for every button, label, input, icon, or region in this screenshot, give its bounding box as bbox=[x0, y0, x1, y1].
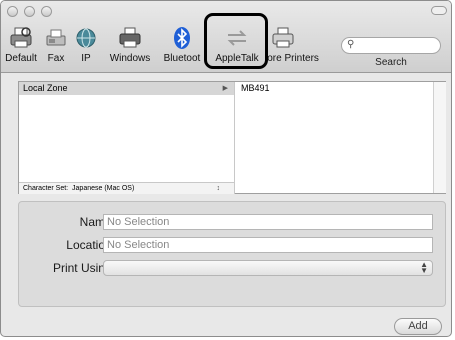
zone-row-local-zone[interactable]: Local Zone ▶ bbox=[19, 82, 234, 95]
add-printer-window: Default Fax IP Windows Bluetoot AppleTal… bbox=[0, 0, 452, 337]
location-field[interactable]: No Selection bbox=[103, 237, 433, 253]
empty-column bbox=[433, 82, 446, 193]
character-set-label: Character Set: bbox=[23, 185, 69, 192]
toolbar-item-default[interactable]: Default bbox=[3, 23, 39, 67]
toolbar-item-more-printers[interactable]: lore Printers bbox=[263, 23, 325, 67]
more-printers-icon bbox=[263, 23, 325, 53]
minimize-button[interactable] bbox=[24, 6, 35, 17]
toolbar: Default Fax IP Windows Bluetoot AppleTal… bbox=[1, 1, 451, 73]
printer-row-mb491[interactable]: MB491 bbox=[235, 82, 433, 95]
fax-icon bbox=[41, 23, 71, 53]
popup-arrows-icon: ▲ ▼ bbox=[420, 260, 428, 275]
toolbar-item-label: Bluetoot bbox=[163, 53, 201, 64]
toolbar-item-ip[interactable]: IP bbox=[71, 23, 101, 67]
windows-printer-icon bbox=[105, 23, 155, 53]
character-set-value: Japanese (Mac OS) bbox=[72, 185, 135, 192]
search-field[interactable]: ⚲ bbox=[341, 37, 441, 54]
disclosure-arrow-icon: ▶ bbox=[222, 85, 228, 92]
toolbar-item-label: lore Printers bbox=[265, 53, 319, 64]
toolbar-item-label: IP bbox=[81, 53, 91, 64]
zone-column: Local Zone ▶ bbox=[19, 82, 235, 193]
default-printer-icon bbox=[3, 23, 39, 53]
name-row: Name: No Selection bbox=[19, 214, 445, 230]
search-label: Search bbox=[375, 57, 407, 68]
print-using-row: Print Using: ▲ ▼ bbox=[19, 260, 445, 276]
toolbar-item-windows[interactable]: Windows bbox=[105, 23, 155, 67]
printer-browser: Local Zone ▶ MB491 Character Set: Japane… bbox=[18, 81, 446, 194]
toolbar-item-label: Default bbox=[5, 53, 37, 64]
character-set-popup[interactable]: Character Set: Japanese (Mac OS) ↕ bbox=[19, 182, 235, 194]
toolbar-toggle-button[interactable] bbox=[431, 6, 447, 15]
toolbar-item-label: Windows bbox=[109, 53, 151, 64]
location-row: Location: No Selection bbox=[19, 237, 445, 253]
window-controls bbox=[7, 6, 52, 17]
print-using-select[interactable]: ▲ ▼ bbox=[103, 260, 433, 276]
ip-globe-icon bbox=[71, 23, 101, 53]
toolbar-item-label: Fax bbox=[47, 53, 65, 64]
search-icon: ⚲ bbox=[347, 39, 355, 50]
zone-label: Local Zone bbox=[23, 83, 68, 93]
toolbar-item-fax[interactable]: Fax bbox=[41, 23, 71, 67]
name-field[interactable]: No Selection bbox=[103, 214, 433, 230]
printer-column: MB491 bbox=[235, 82, 433, 193]
close-button[interactable] bbox=[7, 6, 18, 17]
selection-highlight bbox=[204, 13, 268, 69]
popup-arrows-icon: ↕ bbox=[216, 185, 221, 192]
bluetooth-icon bbox=[161, 23, 203, 53]
toolbar-item-bluetooth[interactable]: Bluetoot bbox=[161, 23, 203, 67]
zoom-button[interactable] bbox=[41, 6, 52, 17]
add-button[interactable]: Add bbox=[394, 318, 442, 335]
printer-details-panel: Name: No Selection Location: No Selectio… bbox=[18, 201, 446, 307]
